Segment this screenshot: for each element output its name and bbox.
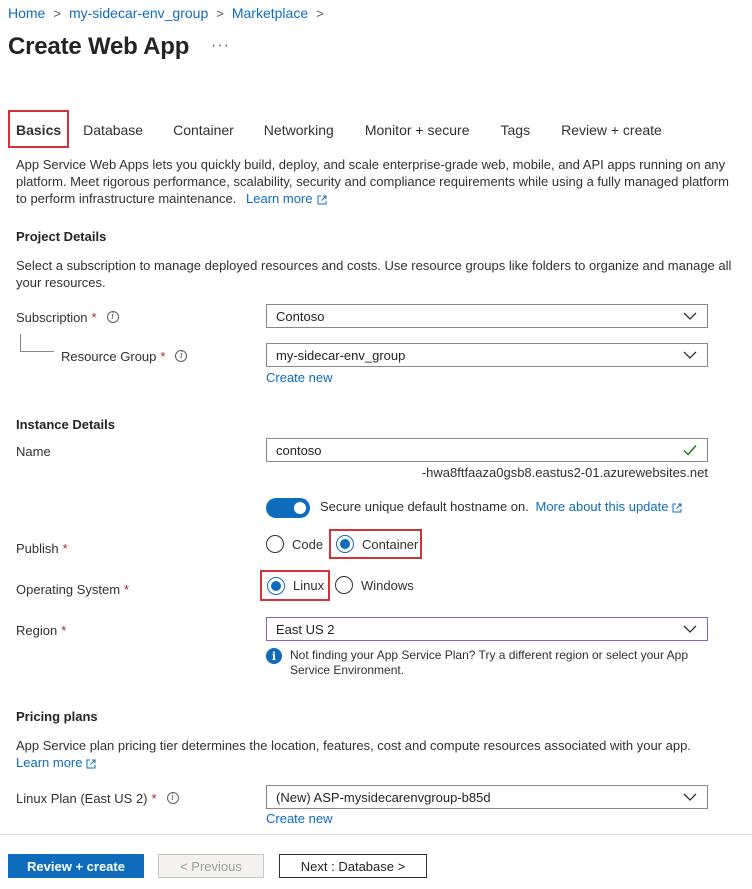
more-about-update-link[interactable]: More about this update bbox=[536, 499, 683, 514]
radio-checked-icon bbox=[336, 535, 354, 553]
os-linux-radio[interactable]: Linux bbox=[260, 570, 330, 601]
info-filled-icon: i bbox=[266, 648, 282, 664]
name-input[interactable]: contoso bbox=[266, 438, 708, 462]
external-link-icon bbox=[672, 503, 682, 513]
create-new-plan-link[interactable]: Create new bbox=[266, 811, 332, 826]
pricing-plans-title: Pricing plans bbox=[16, 709, 98, 724]
radio-unchecked-icon bbox=[266, 535, 284, 553]
region-label: Region * bbox=[16, 622, 67, 638]
hostname-suffix: -hwa8ftfaaza0gsb8.eastus2-01.azurewebsit… bbox=[421, 465, 708, 480]
resource-group-label: Resource Group * i bbox=[61, 347, 188, 365]
radio-checked-icon bbox=[267, 576, 285, 595]
breadcrumb: Home > my-sidecar-env_group > Marketplac… bbox=[8, 5, 332, 21]
tab-basics[interactable]: Basics bbox=[8, 110, 70, 148]
secure-hostname-toggle[interactable] bbox=[266, 498, 310, 518]
resource-group-select[interactable]: my-sidecar-env_group bbox=[266, 343, 708, 367]
next-database-button[interactable]: Next : Database > bbox=[279, 854, 427, 878]
chevron-down-icon bbox=[683, 351, 697, 359]
subscription-select[interactable]: Contoso bbox=[266, 304, 708, 328]
pricing-learn-more-link[interactable]: Learn more bbox=[16, 755, 96, 770]
publish-code-radio[interactable]: Code bbox=[266, 535, 323, 553]
info-icon[interactable]: i bbox=[175, 350, 188, 362]
checkmark-icon bbox=[683, 445, 697, 456]
chevron-right-icon: > bbox=[316, 5, 324, 21]
os-label: Operating System * bbox=[16, 581, 130, 597]
create-new-resource-group-link[interactable]: Create new bbox=[266, 370, 332, 385]
chevron-down-icon bbox=[683, 312, 697, 320]
intro-learn-more-link[interactable]: Learn more bbox=[246, 191, 326, 206]
chevron-down-icon bbox=[683, 793, 697, 801]
pricing-description: App Service plan pricing tier determines… bbox=[16, 738, 691, 770]
project-details-title: Project Details bbox=[16, 229, 107, 244]
tab-database[interactable]: Database bbox=[75, 110, 151, 148]
linux-plan-label: Linux Plan (East US 2) * i bbox=[16, 789, 179, 807]
os-windows-radio[interactable]: Windows bbox=[335, 576, 414, 594]
tab-networking[interactable]: Networking bbox=[256, 110, 342, 148]
external-link-icon bbox=[317, 195, 326, 205]
previous-button[interactable]: < Previous bbox=[158, 854, 264, 878]
tree-connector bbox=[20, 334, 54, 352]
page-title: Create Web App bbox=[8, 33, 190, 60]
name-label: Name bbox=[16, 443, 51, 459]
info-icon[interactable]: i bbox=[166, 792, 179, 804]
intro-description: App Service Web Apps lets you quickly bu… bbox=[16, 156, 732, 207]
linux-plan-select[interactable]: (New) ASP-mysidecarenvgroup-b85d bbox=[266, 785, 708, 809]
footer-divider bbox=[0, 834, 752, 835]
instance-details-title: Instance Details bbox=[16, 417, 115, 432]
subscription-label: Subscription * i bbox=[16, 308, 119, 326]
radio-unchecked-icon bbox=[335, 576, 353, 594]
project-details-description: Select a subscription to manage deployed… bbox=[16, 258, 732, 290]
info-icon[interactable]: i bbox=[106, 311, 119, 323]
tab-container[interactable]: Container bbox=[165, 110, 242, 148]
publish-container-radio[interactable]: Container bbox=[329, 529, 422, 559]
secure-hostname-text: Secure unique default hostname on. More … bbox=[320, 499, 682, 514]
chevron-down-icon bbox=[683, 625, 697, 633]
more-options-icon[interactable]: ··· bbox=[211, 37, 230, 55]
publish-label: Publish * bbox=[16, 540, 68, 556]
tab-review-create[interactable]: Review + create bbox=[553, 110, 670, 148]
region-select[interactable]: East US 2 bbox=[266, 617, 708, 641]
intro-text: App Service Web Apps lets you quickly bu… bbox=[16, 157, 729, 206]
chevron-right-icon: > bbox=[53, 5, 61, 21]
tab-bar: Basics Database Container Networking Mon… bbox=[8, 110, 670, 148]
breadcrumb-resource-group[interactable]: my-sidecar-env_group bbox=[69, 5, 208, 21]
external-link-icon bbox=[86, 759, 96, 769]
chevron-right-icon: > bbox=[216, 5, 224, 21]
region-info-text: Not finding your App Service Plan? Try a… bbox=[290, 648, 689, 677]
tab-tags[interactable]: Tags bbox=[493, 110, 539, 148]
tab-monitor-secure[interactable]: Monitor + secure bbox=[357, 110, 478, 148]
breadcrumb-home[interactable]: Home bbox=[8, 5, 45, 21]
review-create-button[interactable]: Review + create bbox=[8, 854, 144, 878]
breadcrumb-marketplace[interactable]: Marketplace bbox=[232, 5, 308, 21]
